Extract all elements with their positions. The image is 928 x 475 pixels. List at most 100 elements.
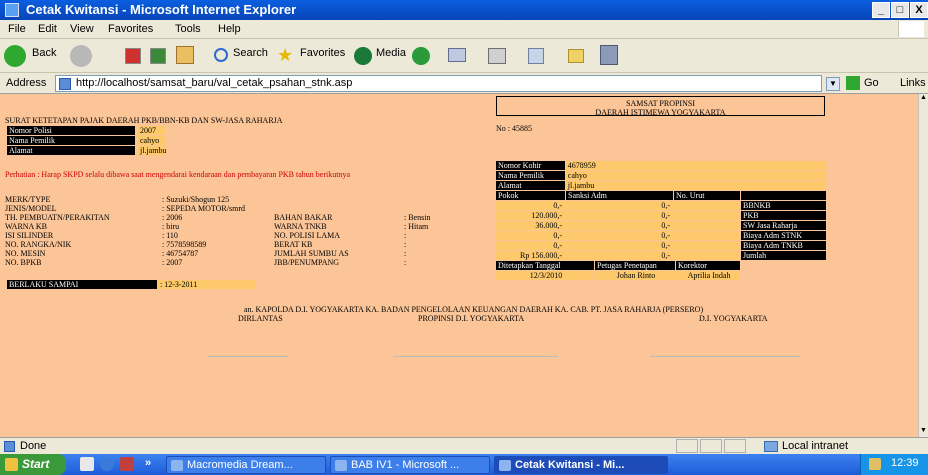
toolbar: Back Search ★ Favorites Media (0, 39, 928, 73)
owner-label: Nomor Polisi (7, 126, 135, 135)
forward-arrow-icon[interactable] (70, 45, 92, 67)
go-arrow-icon[interactable] (846, 76, 860, 90)
media-button[interactable]: Media (376, 47, 406, 59)
menu-edit[interactable]: Edit (38, 23, 57, 35)
footer-header: Petugas Penetapan (595, 261, 675, 270)
task-button-active[interactable]: Cetak Kwitansi - Mi... (494, 456, 668, 474)
fee-rows: 0,- 0,- BBNKB 120.000,- 0,- PKB 36.000,- 0,- S… (496, 201, 826, 261)
maximize-button[interactable]: □ (891, 2, 909, 18)
signature-line (208, 356, 288, 357)
home-icon[interactable] (176, 46, 194, 64)
media-quicklaunch-icon[interactable] (120, 457, 134, 471)
print-icon[interactable] (488, 48, 506, 64)
owner-label: Nama Pemilik (7, 136, 135, 145)
system-tray: 12:39 (860, 454, 928, 475)
footer-header: Ditetapkan Tanggal (496, 261, 594, 270)
table-header-row: Ditetapkan Tanggal Petugas Penetapan Kor… (496, 261, 826, 271)
close-button[interactable]: X (910, 2, 928, 18)
back-arrow-icon[interactable] (4, 45, 26, 67)
status-panel (676, 439, 698, 453)
menu-view[interactable]: View (70, 23, 94, 35)
menu-file[interactable]: File (8, 23, 26, 35)
quicklaunch-icon[interactable] (80, 457, 94, 471)
status-bar: Done Local intranet (0, 437, 928, 454)
address-label: Address (6, 77, 47, 89)
table-row: 0,- 0,- BBNKB (496, 201, 826, 211)
search-icon[interactable] (214, 48, 228, 62)
mail-icon[interactable] (448, 48, 466, 62)
ie-quicklaunch-icon[interactable] (100, 457, 114, 471)
signature-line (650, 356, 800, 357)
fee-sanksi: 0,- (566, 211, 673, 220)
fee-pokok: 0,- (496, 231, 565, 240)
column-header (741, 191, 826, 200)
status-panel (724, 439, 746, 453)
go-button[interactable]: Go (864, 77, 879, 89)
vehicle-label: NO. RANGKA/NIK (5, 240, 72, 249)
address-input[interactable]: http://localhost/samsat_baru/val_cetak_p… (55, 75, 822, 92)
refresh-icon[interactable] (150, 48, 166, 64)
vehicle-label: JUMLAH SUMBU AS (274, 249, 349, 258)
vehicle-value: : SEPEDA MOTOR/smrd (162, 204, 245, 213)
fee-pokok: 120.000,- (496, 211, 565, 220)
column-header: Pokok (496, 191, 565, 200)
scroll-down-icon[interactable]: ▼ (919, 427, 928, 437)
address-url: http://localhost/samsat_baru/val_cetak_p… (76, 77, 353, 89)
discuss-icon[interactable] (568, 49, 584, 63)
scroll-up-icon[interactable]: ▲ (919, 94, 928, 104)
tray-icon[interactable] (869, 458, 881, 470)
media-icon[interactable] (354, 47, 372, 65)
word-icon (335, 460, 347, 471)
column-header: No. Urut (674, 191, 740, 200)
favorites-button[interactable]: Favorites (300, 47, 345, 59)
stop-icon[interactable] (125, 48, 141, 64)
more-chevron-icon[interactable]: » (145, 457, 151, 469)
signature-1: DIRLANTAS (238, 314, 283, 323)
kohir-table: Nomor Kohir 4678959 Nama Pemilik cahyo Ala… (496, 161, 826, 281)
fee-sanksi: 0,- (566, 241, 673, 250)
vehicle-label: WARNA TNKB (274, 222, 327, 231)
links-button[interactable]: Links (900, 77, 926, 89)
page-content: SAMSAT PROPINSI DAERAH ISTIMEWA YOGYAKAR… (0, 94, 918, 437)
messenger-icon[interactable] (600, 45, 618, 65)
favorites-star-icon[interactable]: ★ (277, 45, 293, 66)
owner-value: cahyo (138, 136, 165, 145)
search-button[interactable]: Search (233, 47, 268, 59)
menu-tools[interactable]: Tools (175, 23, 201, 35)
menu-help[interactable]: Help (218, 23, 241, 35)
footer-value: Aprilia Indah (676, 271, 740, 280)
chevron-down-icon[interactable]: ▼ (826, 77, 840, 91)
fee-urut (674, 221, 740, 230)
page-done-icon (4, 441, 15, 452)
vehicle-label: ISI SILINDER (5, 231, 54, 240)
history-icon[interactable] (412, 47, 430, 65)
dreamweaver-icon (171, 460, 183, 471)
vehicle-details-mid: BAHAN BAKAR: Bensin WARNA TNKB: Hitam NO… (274, 213, 430, 267)
task-label: Macromedia Dream... (187, 459, 293, 471)
task-label: Cetak Kwitansi - Mi... (515, 459, 625, 471)
fee-pokok: 36.000,- (496, 221, 565, 230)
vehicle-row: JBB/PENUMPANG: (274, 258, 430, 267)
vehicle-label: TH. PEMBUATN/PERAKITAN (5, 213, 110, 222)
vehicle-row: BERAT KB: (274, 240, 430, 249)
start-button[interactable]: Start (0, 454, 66, 475)
vehicle-row: JENIS/MODEL : SEPEDA MOTOR/smrd (5, 204, 245, 213)
fee-sanksi: 0,- (566, 221, 673, 230)
task-button[interactable]: BAB IV1 - Microsoft ... (330, 456, 490, 474)
back-button[interactable]: Back (32, 47, 56, 59)
edit-icon[interactable] (528, 48, 544, 64)
vertical-scrollbar[interactable]: ▲ ▼ (918, 94, 928, 437)
menu-bar: File Edit View Favorites Tools Help (0, 20, 928, 39)
vehicle-label: BERAT KB (274, 240, 313, 249)
owner-label: Alamat (7, 146, 135, 155)
menu-favorites[interactable]: Favorites (108, 23, 153, 35)
table-row: Alamat jl.jambu (496, 181, 826, 191)
task-button[interactable]: Macromedia Dream... (166, 456, 326, 474)
document-number: No : 45885 (496, 124, 532, 133)
vehicle-label: JBB/PENUMPANG (274, 258, 340, 267)
signature-3: D.I. YOGYAKARTA (699, 314, 768, 323)
minimize-button[interactable]: _ (872, 2, 890, 18)
vehicle-label: JENIS/MODEL (5, 204, 57, 213)
vehicle-value: : (404, 231, 407, 240)
footer-header: Korektor (676, 261, 740, 270)
